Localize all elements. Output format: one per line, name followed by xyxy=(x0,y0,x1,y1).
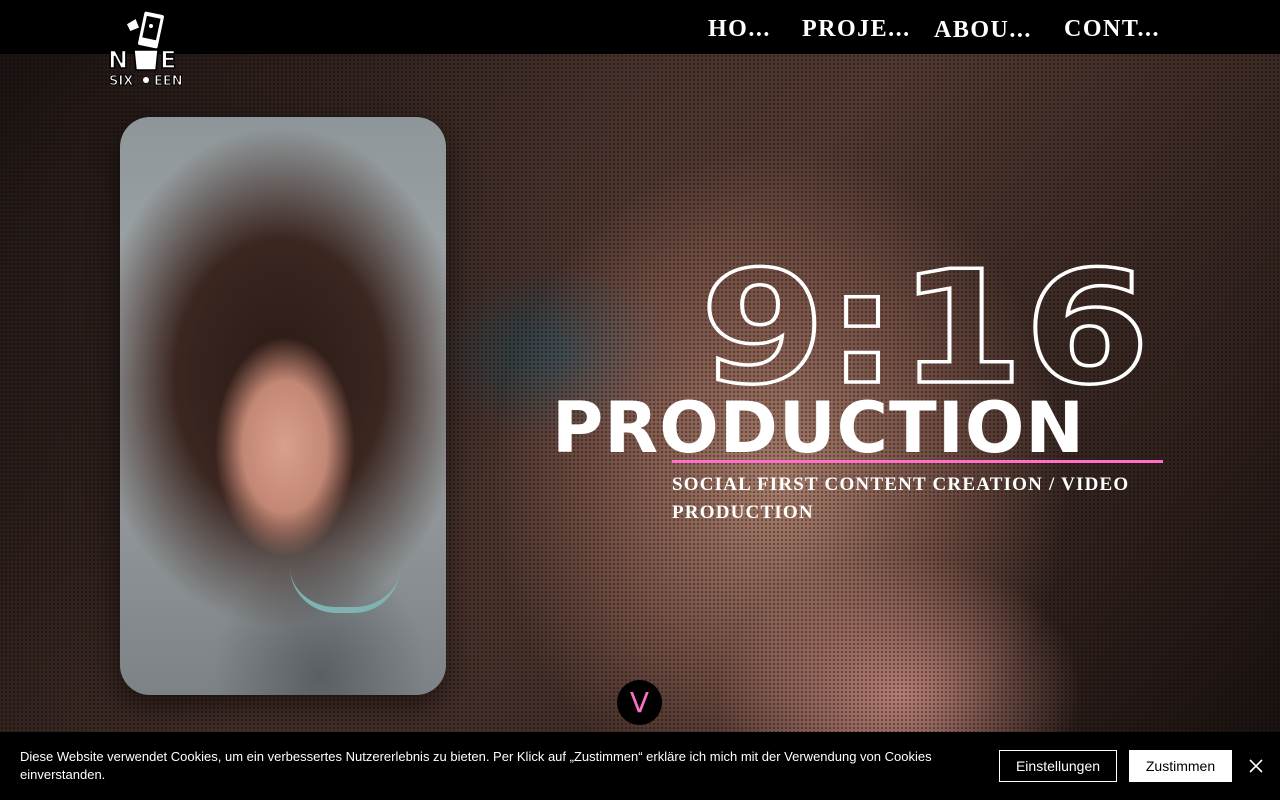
svg-text:SIX: SIX xyxy=(109,74,133,88)
cookie-text: Diese Website verwendet Cookies, um ein … xyxy=(20,749,932,782)
headline-916: 9:16 xyxy=(700,235,1152,402)
svg-text:E: E xyxy=(160,46,176,74)
cookie-banner: Diese Website verwendet Cookies, um ein … xyxy=(0,732,1280,800)
site-logo[interactable]: N E SIX EEN xyxy=(106,9,188,90)
cookie-settings-button[interactable]: Einstellungen xyxy=(999,750,1117,782)
svg-text:N: N xyxy=(108,46,128,74)
hero-subtitle: SOCIAL FIRST CONTENT CREATION / VIDEO PR… xyxy=(672,474,1130,523)
headline-ratio-text: 9:16 xyxy=(700,237,1150,402)
cookie-accept-button[interactable]: Zustimmen xyxy=(1129,750,1232,782)
svg-text:EEN: EEN xyxy=(154,74,183,88)
phone-character-logo-icon: N E SIX EEN xyxy=(107,9,183,90)
nav-contact[interactable]: CONT... xyxy=(1064,16,1160,43)
necklace-detail xyxy=(290,567,400,613)
main-nav: HO... PROJE... ABOU... CONT... xyxy=(0,16,1280,46)
chevron-down-icon: V xyxy=(629,686,650,719)
headline-production: PRODUCTION xyxy=(552,387,1085,469)
scroll-down-button[interactable]: V xyxy=(617,680,662,725)
nav-projects[interactable]: PROJE... xyxy=(802,16,911,43)
close-icon[interactable] xyxy=(1246,756,1266,776)
nav-about[interactable]: ABOU... xyxy=(934,17,1032,44)
accent-divider xyxy=(672,460,1163,463)
nav-home[interactable]: HO... xyxy=(708,16,771,43)
portrait-image-card xyxy=(120,117,446,695)
site-header: HO... PROJE... ABOU... CONT... xyxy=(0,0,1280,54)
